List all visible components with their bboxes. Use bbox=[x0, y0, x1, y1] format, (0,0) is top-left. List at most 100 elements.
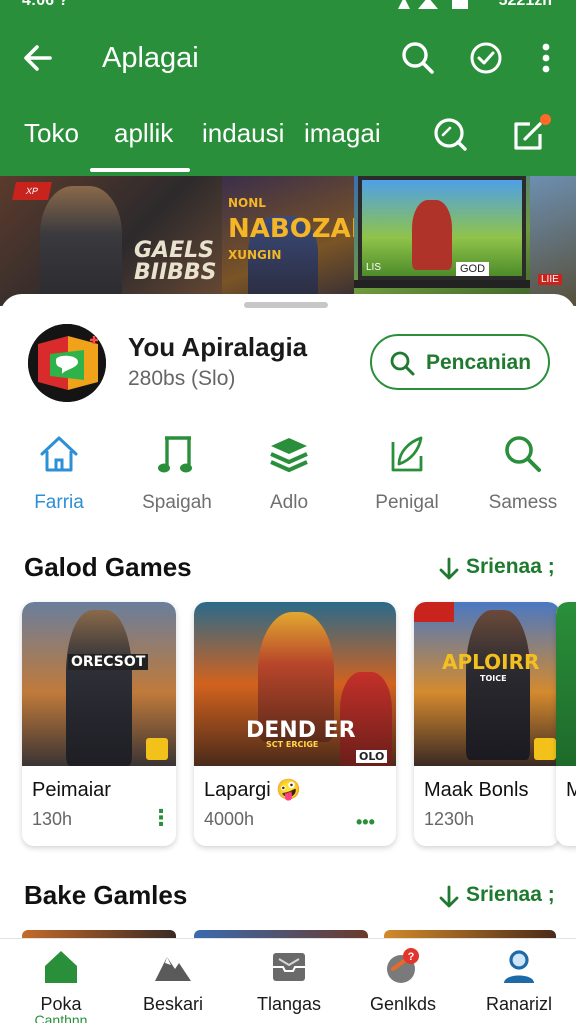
category-farria[interactable]: Farria bbox=[4, 432, 114, 522]
search-icon bbox=[390, 351, 415, 376]
back-arrow-icon[interactable] bbox=[18, 38, 58, 78]
banner-badge: XP bbox=[12, 182, 52, 200]
search-icon[interactable] bbox=[398, 38, 438, 78]
nav-sublabel: Canthnn bbox=[34, 1015, 88, 1023]
tab-indicator bbox=[90, 168, 190, 172]
game-name: Maak Bonls bbox=[424, 779, 529, 801]
app-bar: Aplagai bbox=[0, 30, 576, 86]
home-icon bbox=[45, 951, 77, 983]
tab-indausi[interactable]: indausi bbox=[202, 118, 284, 148]
app-subtitle: 280bs (Slo) bbox=[128, 367, 236, 390]
inbox-icon bbox=[273, 953, 305, 981]
game-card[interactable]: APLOIRR TOICE Maak Bonls 1230h bbox=[414, 602, 560, 846]
see-all-label: Srienaa ; bbox=[466, 555, 555, 578]
nav-label: Ranarizl bbox=[485, 994, 553, 1014]
category-label: Spaigah bbox=[142, 492, 212, 513]
game-thumbnail bbox=[556, 602, 576, 766]
mountain-icon bbox=[155, 957, 191, 981]
tab-bar: Toko apllik indausi imagai bbox=[0, 108, 576, 172]
top-app-bar: 4:06 ? 5221zn Aplagai Toko apllik indaus… bbox=[0, 0, 576, 176]
app-logo-icon bbox=[28, 324, 106, 402]
search-icon bbox=[505, 436, 541, 472]
game-thumb-subtitle: SCT ERCIGE bbox=[266, 740, 319, 749]
sheet-drag-handle[interactable] bbox=[244, 302, 328, 308]
banner-hero-figure bbox=[40, 186, 122, 306]
more-options-icon[interactable]: ⋮ bbox=[150, 807, 172, 829]
zoom-search-icon[interactable] bbox=[430, 114, 470, 154]
banner-tv-stand bbox=[354, 280, 530, 288]
more-horiz-icon[interactable]: ••• bbox=[356, 812, 375, 832]
category-penigal[interactable]: Penigal bbox=[352, 432, 462, 522]
nav-item-tlangas[interactable]: Tlangas bbox=[234, 947, 344, 1024]
person-icon bbox=[504, 950, 534, 983]
game-size: 130h bbox=[32, 809, 73, 829]
check-circle-icon[interactable] bbox=[466, 38, 506, 78]
banner-text-line-2: BIIBBS bbox=[134, 260, 217, 285]
game-name: M bbox=[566, 779, 576, 801]
game-badge bbox=[534, 738, 556, 760]
status-time: 4:06 ? bbox=[22, 0, 69, 9]
banner-title: NONL NABOZAN XUNGIN bbox=[228, 190, 373, 268]
nav-item-genlkds[interactable]: ? Genlkds bbox=[348, 947, 458, 1024]
nav-label: Poka bbox=[40, 994, 82, 1014]
layers-icon bbox=[270, 438, 308, 472]
more-vert-icon[interactable] bbox=[526, 38, 566, 78]
featured-banner[interactable]: XP GAELS BIIBBS NONL NABOZAN XUNGIN LIS … bbox=[0, 176, 576, 306]
game-thumbnail: ORECSOT bbox=[22, 602, 176, 766]
nav-item-ranarizl[interactable]: Ranarizl bbox=[464, 947, 574, 1024]
game-card[interactable]: ORECSOT Peimaiar 130h ⋮ bbox=[22, 602, 176, 846]
status-bar: 4:06 ? 5221zn bbox=[0, 0, 576, 14]
nav-label: Genlkds bbox=[369, 994, 437, 1014]
banner-tv-label: GOD bbox=[456, 262, 490, 276]
category-samess[interactable]: Samess bbox=[468, 432, 576, 522]
bottom-sheet: You Apiralagia 280bs (Slo) Pencanian Far… bbox=[0, 294, 576, 1024]
nav-label: Beskari bbox=[142, 994, 204, 1014]
category-label: Samess bbox=[488, 492, 558, 513]
signal-icon bbox=[398, 0, 468, 9]
notification-dot bbox=[540, 114, 551, 125]
tab-imagai[interactable]: imagai bbox=[304, 118, 381, 148]
game-thumbnail: DEND ER SCT ERCIGE OLO bbox=[194, 602, 396, 766]
search-button[interactable]: Pencanian bbox=[370, 334, 550, 390]
nav-item-beskari[interactable]: Beskari bbox=[118, 947, 228, 1024]
category-spaigah[interactable]: Spaigah bbox=[122, 432, 232, 522]
see-all-label: Srienaa ; bbox=[466, 883, 555, 906]
nav-item-poka[interactable]: Poka Canthnn bbox=[6, 947, 116, 1024]
arrow-down-icon bbox=[439, 557, 459, 580]
game-card[interactable]: DEND ER SCT ERCIGE OLO Lapargi 🤪 4000h •… bbox=[194, 602, 396, 846]
category-label: Penigal bbox=[375, 492, 439, 513]
arrow-down-icon bbox=[439, 885, 459, 908]
banner-panel-4: LIIE bbox=[530, 176, 576, 306]
category-adlo[interactable]: Adlo bbox=[234, 432, 344, 522]
apps-icon: ? bbox=[387, 948, 419, 983]
game-name: Peimaiar bbox=[32, 779, 111, 801]
search-button-label: Pencanian bbox=[426, 351, 532, 374]
music-icon bbox=[158, 436, 192, 473]
game-size: 4000h bbox=[204, 809, 255, 829]
tab-toko[interactable]: Toko bbox=[24, 118, 79, 148]
game-thumb-subtitle: TOICE bbox=[480, 674, 507, 683]
banner-title-top: NONL bbox=[228, 196, 266, 210]
edit-icon bbox=[391, 436, 423, 472]
status-battery-text: 5221zn bbox=[498, 0, 552, 9]
category-label: Adlo bbox=[269, 492, 309, 513]
banner-corner-badge: LIIE bbox=[538, 274, 562, 285]
section-title-galod-games: Galod Games bbox=[24, 552, 192, 582]
gunner-figure bbox=[466, 610, 530, 760]
banner-title-sub: XUNGIN bbox=[228, 248, 282, 262]
tab-apllik[interactable]: apllik bbox=[114, 118, 173, 148]
bottom-navigation: Poka Canthnn Beskari Tlangas ? Genlkds R bbox=[0, 938, 576, 1024]
game-thumb-title: APLOIRR bbox=[442, 650, 540, 674]
home-icon bbox=[40, 436, 78, 472]
nav-badge: ? bbox=[408, 951, 415, 963]
game-size: 1230h bbox=[424, 809, 475, 829]
game-thumb-tag: OLO bbox=[356, 750, 388, 763]
banner-panel-1: XP GAELS BIIBBS bbox=[0, 176, 222, 306]
game-corner-badge bbox=[414, 602, 454, 622]
game-card-partial[interactable]: M bbox=[556, 602, 576, 846]
game-name: Lapargi 🤪 bbox=[204, 779, 302, 801]
banner-text-1: GAELS BIIBBS bbox=[134, 240, 217, 284]
game-badge bbox=[146, 738, 168, 760]
banner-tv-screen: LIS bbox=[358, 176, 526, 280]
category-label: Farria bbox=[34, 492, 84, 513]
